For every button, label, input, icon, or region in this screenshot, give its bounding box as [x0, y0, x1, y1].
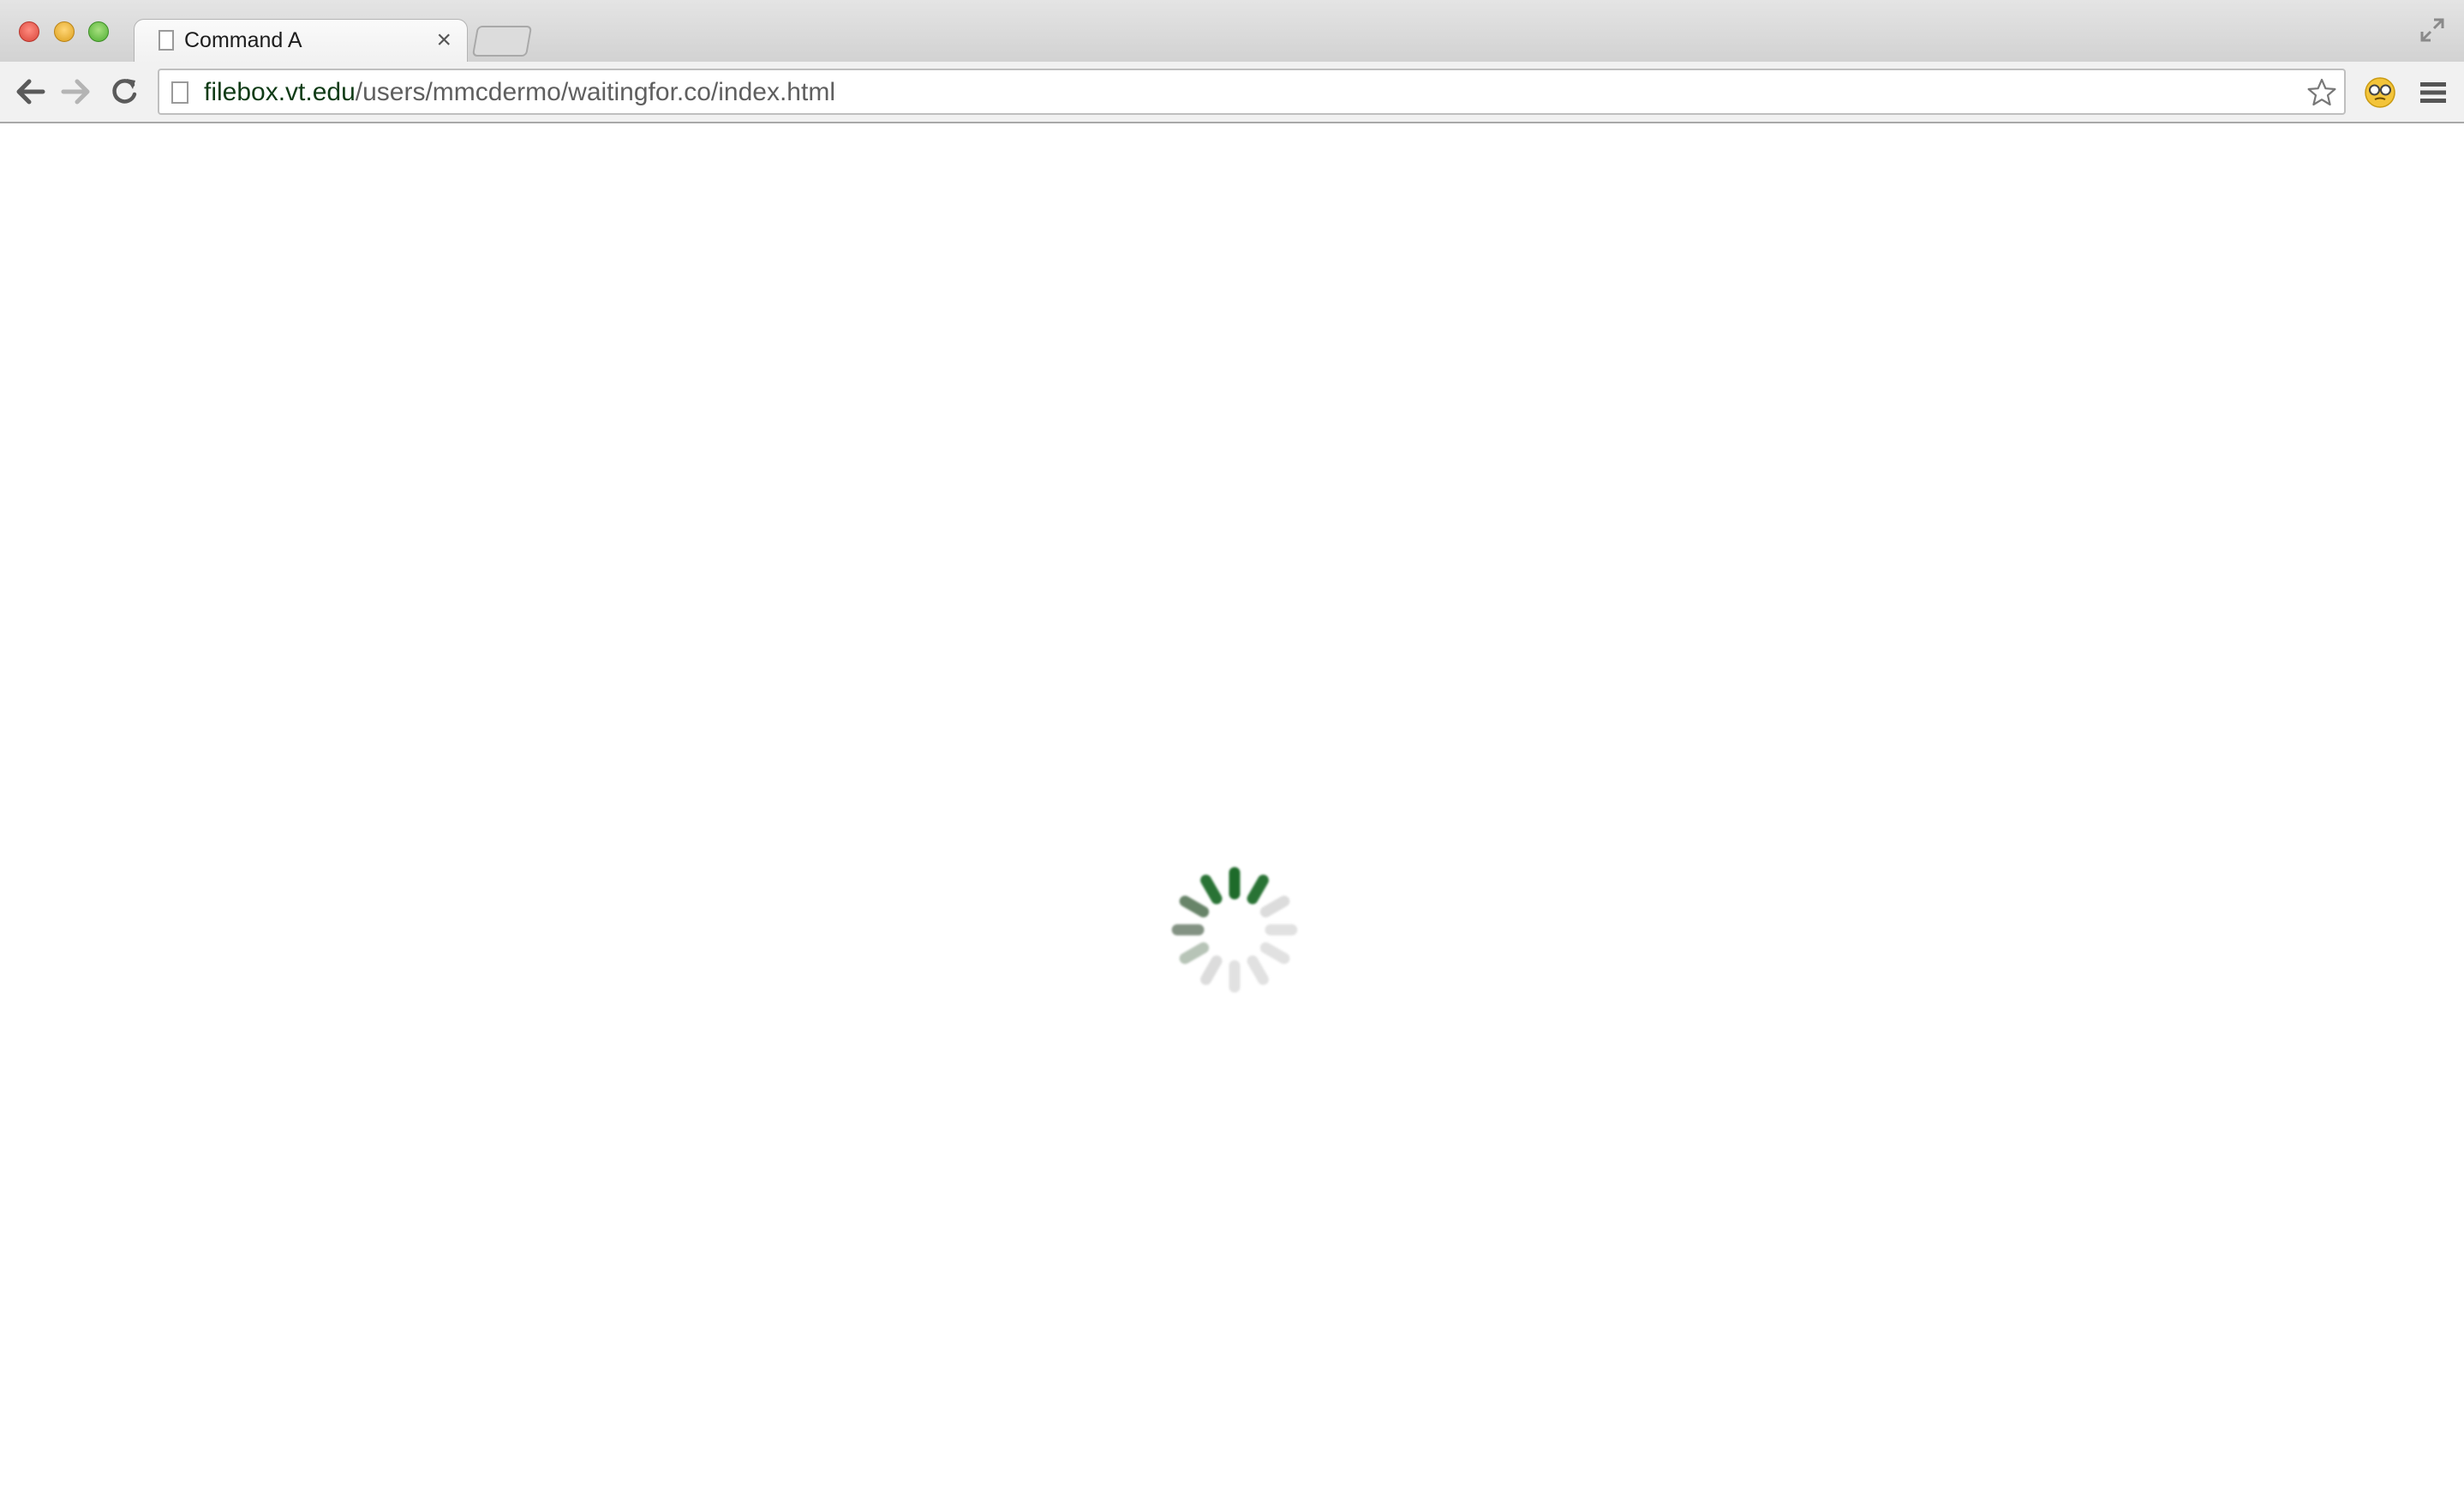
tab-command-a[interactable]: Command A ×	[134, 19, 468, 63]
spinner-spoke	[1179, 942, 1210, 964]
new-tab-button[interactable]	[471, 26, 533, 57]
browser-window: Command A × filebox.vt.edu/users/mmcderm…	[0, 0, 2464, 1498]
loading-spinner-icon	[1171, 866, 1298, 993]
page-content	[0, 123, 2464, 1498]
url-host: filebox.vt.edu	[204, 78, 356, 106]
address-bar[interactable]: filebox.vt.edu/users/mmcdermo/waitingfor…	[158, 69, 2346, 115]
tab-title: Command A	[184, 28, 302, 52]
spinner-spoke	[1259, 942, 1290, 964]
window-minimize-button[interactable]	[54, 21, 75, 42]
extension-face-icon[interactable]	[2363, 75, 2397, 110]
spinner-spoke	[1247, 955, 1269, 986]
tab-close-icon[interactable]: ×	[436, 25, 452, 56]
toolbar: filebox.vt.edu/users/mmcdermo/waitingfor…	[0, 62, 2464, 123]
back-arrow-icon[interactable]	[12, 74, 48, 110]
url-text[interactable]: filebox.vt.edu/users/mmcdermo/waitingfor…	[204, 79, 835, 106]
spinner-spoke	[1247, 874, 1269, 905]
spinner-spoke	[1179, 896, 1210, 918]
reload-icon[interactable]	[106, 74, 142, 110]
window-zoom-button[interactable]	[88, 21, 109, 42]
hamburger-menu-icon[interactable]	[2418, 77, 2449, 108]
spinner-spoke	[1200, 874, 1223, 905]
spinner-spoke	[1259, 896, 1290, 918]
star-icon[interactable]	[2306, 77, 2337, 108]
page-icon	[158, 30, 174, 51]
page-icon	[171, 81, 188, 104]
tab-strip: Command A ×	[0, 0, 2464, 63]
forward-arrow-icon[interactable]	[58, 74, 94, 110]
spinner-spoke	[1200, 955, 1223, 986]
fullscreen-icon[interactable]	[2419, 17, 2445, 43]
url-path: /users/mmcdermo/waitingfor.co/index.html	[355, 78, 835, 106]
window-close-button[interactable]	[19, 21, 39, 42]
